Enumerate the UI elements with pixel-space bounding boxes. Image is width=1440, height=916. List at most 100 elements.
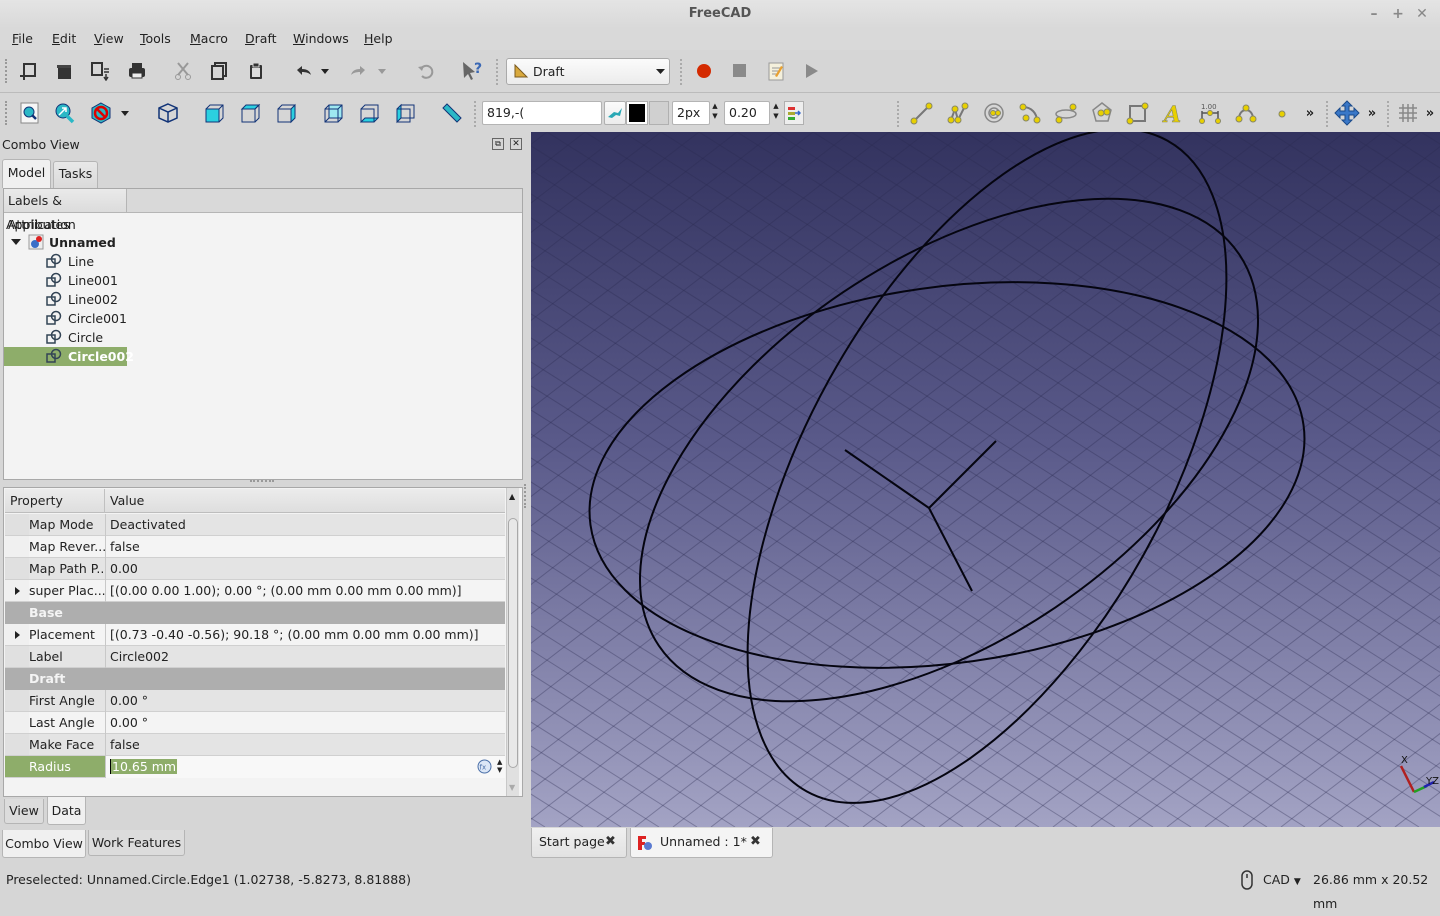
viewport-canvas[interactable]: X YZ [531,132,1440,827]
fit-all-icon[interactable] [16,99,44,127]
more-draft-tools-icon[interactable]: » [1300,99,1320,127]
working-plane-field[interactable]: 819,-( [482,101,602,125]
rear-view-icon[interactable] [319,99,347,127]
property-row[interactable]: Last Angle 0.00 ° [5,712,505,734]
menu-help[interactable]: Help [364,31,393,46]
polygon-icon[interactable] [1088,99,1116,127]
tree-item[interactable]: Circle001 [44,309,128,328]
print-icon[interactable] [123,57,151,85]
grid-icon[interactable] [1394,99,1422,127]
property-value[interactable]: [(0.00 0.00 1.00); 0.00 °; (0.00 mm 0.00… [105,580,505,602]
arc-icon[interactable] [1016,99,1044,127]
expression-icon[interactable]: fx [477,759,492,774]
property-value[interactable]: Deactivated [105,514,505,536]
property-row[interactable]: Make Face false [5,734,505,756]
radius-spinner[interactable]: ▲ ▼ [497,758,502,774]
paste-icon[interactable] [242,57,270,85]
tree-item[interactable]: Line002 [44,290,128,309]
radius-editor[interactable]: 10.65 mm [105,756,505,778]
expand-arrow-icon[interactable] [15,631,20,639]
whats-this-icon[interactable]: ? [458,57,486,85]
property-value[interactable]: false [105,536,505,558]
front-view-icon[interactable] [200,99,228,127]
face-color-button[interactable] [649,101,669,125]
property-column-header[interactable]: Property [5,489,105,513]
bspline-icon[interactable] [1232,99,1260,127]
property-row[interactable]: Placement [(0.73 -0.40 -0.56); 90.18 °; … [5,624,505,646]
circle-icon[interactable] [980,99,1008,127]
tab-tasks[interactable]: Tasks [53,161,98,188]
tree-item[interactable]: Line001 [44,271,128,290]
refresh-icon[interactable] [412,57,440,85]
navigation-style-selector[interactable]: CAD ▼ [1263,868,1301,894]
menu-file[interactable]: File [12,31,33,46]
scrollbar-thumb[interactable] [508,518,518,768]
expand-arrow-icon[interactable] [15,587,20,595]
property-row[interactable]: First Angle 0.00 ° [5,690,505,712]
new-document-icon[interactable] [14,57,42,85]
copy-icon[interactable] [205,57,233,85]
tree-header[interactable]: Labels & Attributes [4,189,127,232]
menu-view[interactable]: View [94,31,124,46]
font-size-spinner[interactable]: ▲ ▼ [771,101,781,125]
font-size-field[interactable]: 0.20 [724,101,770,125]
menu-windows[interactable]: Windows [293,31,349,46]
line-width-field[interactable]: 2px [672,101,710,125]
menu-macro[interactable]: Macro [190,31,228,46]
point-icon[interactable] [1268,99,1296,127]
line-color-button[interactable] [626,101,648,125]
property-row[interactable]: Map Mode Deactivated [5,514,505,536]
save-as-icon[interactable] [86,57,114,85]
float-panel-icon[interactable]: ⧉ [492,138,504,150]
toolbar-grip[interactable] [5,101,8,125]
redo-dropdown-icon[interactable] [375,57,389,85]
top-view-icon[interactable] [236,99,264,127]
redo-icon[interactable] [345,57,373,85]
ellipse-icon[interactable] [1052,99,1080,127]
draw-style-icon[interactable] [87,99,115,127]
move-icon[interactable] [1333,99,1361,127]
property-value[interactable]: 0.00 ° [105,690,505,712]
tree-item-selected[interactable]: Circle002 [4,347,134,366]
fit-selection-icon[interactable] [50,99,78,127]
radius-input-selection[interactable]: 10.65 mm [110,759,178,774]
property-row-editing[interactable]: Radius 10.65 mm fx ▲ ▼ [5,756,505,778]
maximize-button[interactable]: + [1389,5,1407,23]
property-row[interactable]: Map Path P... 0.00 [5,558,505,580]
tab-model[interactable]: Model [2,159,51,188]
tab-data-properties[interactable]: Data [47,797,86,825]
more-utility-tools-icon[interactable]: » [1422,99,1438,127]
expand-arrow-icon[interactable] [11,239,21,247]
close-tab-icon[interactable]: ✖ [605,828,616,856]
property-value[interactable]: [(0.73 -0.40 -0.56); 90.18 °; (0.00 mm 0… [105,624,505,646]
edit-macro-icon[interactable] [762,57,790,85]
menu-edit[interactable]: Edit [52,31,76,46]
property-value[interactable]: 0.00 ° [105,712,505,734]
tab-work-features[interactable]: Work Features [88,830,185,856]
property-scrollbar[interactable]: ▲ ▼ [506,488,519,796]
cut-icon[interactable] [169,57,197,85]
panel-splitter[interactable] [250,480,274,484]
workbench-selector[interactable]: Draft [506,58,670,85]
close-window-button[interactable]: ✕ [1413,5,1431,23]
menu-draft[interactable]: Draft [245,31,277,46]
dock-splitter[interactable] [524,484,527,508]
doc-tab-unnamed[interactable]: Unnamed : 1* ✖ [630,828,773,858]
menu-tools[interactable]: Tools [140,31,171,46]
toolbar-grip[interactable] [5,59,8,83]
left-view-icon[interactable] [391,99,419,127]
execute-macro-icon[interactable] [798,57,826,85]
close-tab-icon[interactable]: ✖ [750,828,761,856]
apply-style-icon[interactable] [604,101,626,125]
minimize-button[interactable]: – [1365,5,1383,23]
property-value[interactable]: 0.00 [105,558,505,580]
more-modify-tools-icon[interactable]: » [1362,99,1382,127]
rectangle-icon[interactable] [1124,99,1152,127]
tab-combo-view[interactable]: Combo View [2,830,86,858]
value-column-header[interactable]: Value [105,489,144,513]
construction-mode-icon[interactable] [784,101,804,125]
undo-icon[interactable] [289,57,317,85]
isometric-view-icon[interactable] [154,99,182,127]
stop-macro-icon[interactable] [726,57,754,85]
tree-document[interactable]: Unnamed [8,233,208,252]
